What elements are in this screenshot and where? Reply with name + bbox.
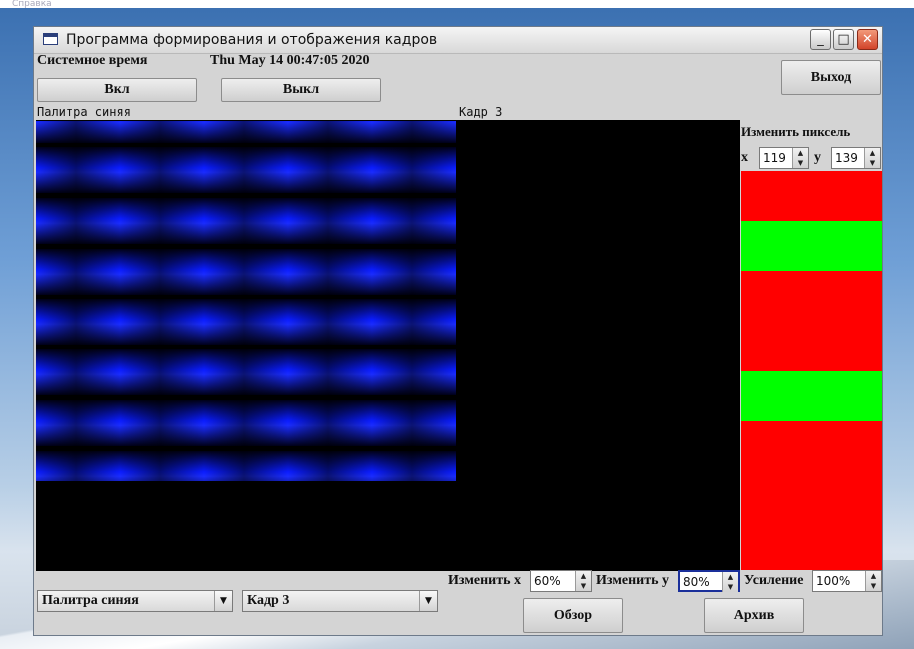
spin-down-icon[interactable]: ▼ bbox=[866, 581, 881, 591]
pixel-block-green[interactable] bbox=[741, 371, 882, 421]
frame-canvas[interactable] bbox=[458, 120, 740, 571]
palette-label: Палитра синяя bbox=[37, 105, 131, 119]
title-bar[interactable]: Программа формирования и отображения кад… bbox=[34, 27, 882, 54]
main-window: Программа формирования и отображения кад… bbox=[33, 26, 883, 636]
pixel-block-red[interactable] bbox=[741, 421, 882, 570]
palette-stripe bbox=[36, 451, 456, 481]
spin-down-icon[interactable]: ▼ bbox=[576, 581, 591, 591]
system-time-label: Системное время bbox=[37, 53, 148, 68]
palette-stripe bbox=[36, 249, 456, 295]
desktop-top-text: Справка bbox=[12, 0, 52, 9]
spin-up-icon[interactable]: ▲ bbox=[866, 571, 881, 581]
spin-down-icon[interactable]: ▼ bbox=[723, 582, 738, 592]
pixel-x-value: 119 bbox=[763, 151, 786, 165]
spin-up-icon[interactable]: ▲ bbox=[723, 572, 738, 582]
pixel-block-red[interactable] bbox=[741, 171, 882, 221]
spin-arrows[interactable]: ▲ ▼ bbox=[865, 571, 881, 591]
archive-button[interactable]: Архив bbox=[704, 598, 804, 633]
spin-arrows[interactable]: ▲ ▼ bbox=[864, 148, 880, 168]
palette-stripe bbox=[36, 198, 456, 244]
pixel-block-green[interactable] bbox=[741, 221, 882, 271]
gain-label: Усиление bbox=[744, 573, 804, 588]
spin-arrows[interactable]: ▲ ▼ bbox=[792, 148, 808, 168]
minimize-button[interactable]: _ bbox=[810, 29, 831, 50]
palette-stripe bbox=[36, 121, 456, 143]
pixel-block-red[interactable] bbox=[741, 271, 882, 371]
on-button[interactable]: Вкл bbox=[37, 78, 197, 102]
spin-arrows[interactable]: ▲ ▼ bbox=[722, 572, 738, 592]
frame-label: Кадр 3 bbox=[459, 105, 503, 119]
off-button[interactable]: Выкл bbox=[221, 78, 381, 102]
maximize-button[interactable]: □ bbox=[833, 29, 854, 50]
palette-stripe bbox=[36, 147, 456, 193]
spin-up-icon[interactable]: ▲ bbox=[865, 148, 880, 158]
palette-select[interactable]: Палитра синяя ▼ bbox=[37, 590, 233, 612]
app-window-icon bbox=[43, 33, 58, 45]
palette-select-value: Палитра синяя bbox=[42, 593, 139, 608]
palette-stripe bbox=[36, 299, 456, 345]
palette-stripe bbox=[36, 349, 456, 395]
pixel-x-label: x bbox=[741, 150, 748, 165]
spin-down-icon[interactable]: ▼ bbox=[865, 158, 880, 168]
spin-up-icon[interactable]: ▲ bbox=[793, 148, 808, 158]
pixel-editor-title: Изменить пиксель bbox=[741, 124, 851, 139]
change-x-spinbox[interactable]: 60% ▲ ▼ bbox=[530, 570, 592, 592]
chevron-down-icon[interactable]: ▼ bbox=[419, 591, 437, 611]
pixel-y-label: y bbox=[814, 150, 821, 165]
frame-select[interactable]: Кадр 3 ▼ bbox=[242, 590, 438, 612]
browse-button[interactable]: Обзор bbox=[523, 598, 623, 633]
spin-down-icon[interactable]: ▼ bbox=[793, 158, 808, 168]
palette-preview bbox=[36, 121, 456, 481]
system-time-value: Thu May 14 00:47:05 2020 bbox=[210, 53, 370, 68]
pixel-y-spinbox[interactable]: 139 ▲ ▼ bbox=[831, 147, 881, 169]
gain-value: 100% bbox=[816, 574, 851, 588]
chevron-down-icon[interactable]: ▼ bbox=[214, 591, 232, 611]
spin-arrows[interactable]: ▲ ▼ bbox=[575, 571, 591, 591]
desktop-menu-strip: Справка bbox=[0, 0, 914, 9]
change-x-value: 60% bbox=[534, 574, 561, 588]
change-x-label: Изменить x bbox=[448, 573, 521, 588]
pixel-y-value: 139 bbox=[835, 151, 858, 165]
pixel-x-spinbox[interactable]: 119 ▲ ▼ bbox=[759, 147, 809, 169]
palette-stripe bbox=[36, 400, 456, 446]
close-button[interactable]: ✕ bbox=[857, 29, 878, 50]
change-y-label: Изменить y bbox=[596, 573, 669, 588]
frame-select-value: Кадр 3 bbox=[247, 593, 290, 608]
window-title: Программа формирования и отображения кад… bbox=[66, 32, 438, 48]
exit-button[interactable]: Выход bbox=[781, 60, 881, 95]
spin-up-icon[interactable]: ▲ bbox=[576, 571, 591, 581]
change-y-value: 80% bbox=[683, 575, 710, 589]
pixel-color-column[interactable] bbox=[741, 171, 882, 570]
gain-spinbox[interactable]: 100% ▲ ▼ bbox=[812, 570, 882, 592]
change-y-spinbox[interactable]: 80% ▲ ▼ bbox=[678, 570, 740, 592]
